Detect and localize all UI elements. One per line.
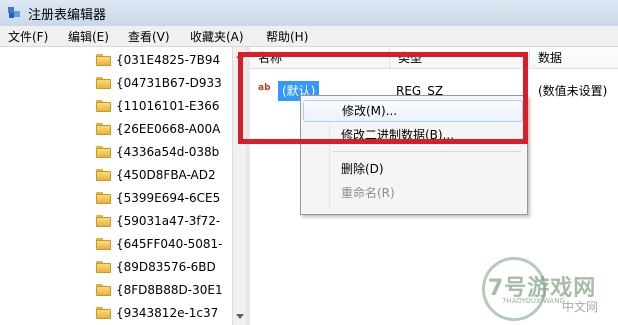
tree-item[interactable]: {5399E694-6CE5 xyxy=(96,189,232,209)
tree-item-label: {04731B67-D933 xyxy=(116,76,222,90)
folder-icon xyxy=(96,307,111,319)
menu-view[interactable]: 查看(V) xyxy=(128,28,170,45)
tree-item[interactable]: {59031a47-3f72- xyxy=(96,212,232,232)
tree-item[interactable]: {8FD8B88D-30E1 xyxy=(96,281,232,301)
tree-item[interactable]: {450D8FBA-AD2 xyxy=(96,166,232,186)
folder-icon xyxy=(96,146,111,158)
menu-edit[interactable]: 编辑(E) xyxy=(68,28,109,45)
watermark-sub: 7HAOYOUXIWANG xyxy=(502,297,565,305)
value-data: (数值未设置) xyxy=(538,84,608,98)
tree-item-label: {645FF040-5081- xyxy=(116,237,223,251)
tree-item-label: {4336a54d-038b xyxy=(116,145,220,159)
tree-item-label: {8FD8B88D-30E1 xyxy=(116,283,223,297)
window-title: 注册表编辑器 xyxy=(28,8,107,23)
column-header-data[interactable]: 数据 xyxy=(530,47,618,69)
watermark-site: 中文网 xyxy=(562,300,599,314)
tree-item-label: {26EE0668-A00A xyxy=(116,122,221,136)
folder-icon xyxy=(96,77,111,89)
folder-icon xyxy=(96,54,111,66)
menu-help[interactable]: 帮助(H) xyxy=(266,28,308,45)
folder-icon xyxy=(96,192,111,204)
tree-item[interactable]: {26EE0668-A00A xyxy=(96,120,232,140)
menu-separator xyxy=(333,151,521,152)
registry-tree[interactable]: {031E4825-7B94 {04731B67-D933 {11016101-… xyxy=(0,47,232,325)
tree-item[interactable]: {4336a54d-038b xyxy=(96,143,232,163)
scroll-down-icon[interactable] xyxy=(236,314,244,319)
tree-item[interactable]: {645FF040-5081- xyxy=(96,235,232,255)
tree-item[interactable]: {11016101-E366 xyxy=(96,97,232,117)
tree-item-label: {5399E694-6CE5 xyxy=(116,191,221,205)
folder-icon xyxy=(96,100,111,112)
tree-item-label: {9343812e-1c37 xyxy=(116,306,219,320)
menu-favorites[interactable]: 收藏夹(A) xyxy=(190,28,244,45)
menu-item-rename: 重命名(R) xyxy=(341,186,395,200)
tree-item[interactable]: {89D83576-6BD xyxy=(96,258,232,278)
tree-item[interactable]: {9343812e-1c37 xyxy=(96,304,232,324)
menu-item-delete[interactable]: 删除(D) xyxy=(303,158,523,180)
tree-item-label: {11016101-E366 xyxy=(116,99,220,113)
tree-item-label: {450D8FBA-AD2 xyxy=(116,168,216,182)
title-bar: 注册表编辑器 xyxy=(0,0,618,26)
folder-icon xyxy=(96,238,111,250)
tree-item-label: {59031a47-3f72- xyxy=(116,214,221,228)
watermark: 7号游戏网 7HAOYOUXIWANG 中文网 xyxy=(470,252,618,325)
registry-editor-icon xyxy=(6,4,22,20)
menu-file[interactable]: 文件(F) xyxy=(8,28,48,45)
tree-item-label: {89D83576-6BD xyxy=(116,260,216,274)
tree-item-label: {031E4825-7B94 xyxy=(116,53,221,67)
menu-bar: 文件(F) 编辑(E) 查看(V) 收藏夹(A) 帮助(H) xyxy=(0,26,618,47)
tree-item[interactable]: {031E4825-7B94 xyxy=(96,51,232,71)
folder-icon xyxy=(96,284,111,296)
folder-icon xyxy=(96,123,111,135)
highlight-box xyxy=(238,52,528,144)
folder-icon xyxy=(96,261,111,273)
folder-icon xyxy=(96,215,111,227)
tree-item[interactable]: {04731B67-D933 xyxy=(96,74,232,94)
folder-icon xyxy=(96,169,111,181)
